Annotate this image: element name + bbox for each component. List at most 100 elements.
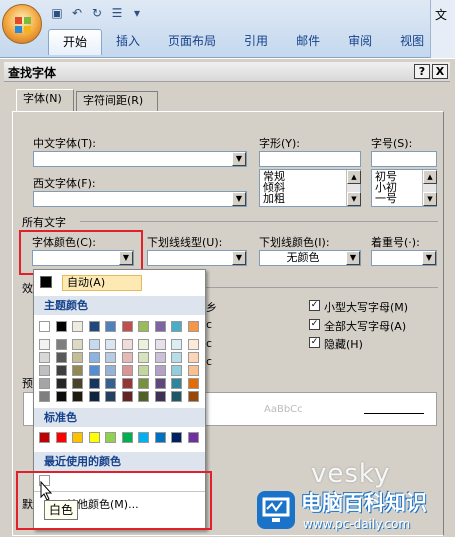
allcaps-checkbox[interactable]: ✓ <box>309 319 320 330</box>
theme-shade-swatch[interactable] <box>55 378 67 389</box>
standard-color-swatch[interactable] <box>121 432 133 443</box>
theme-color-swatch[interactable] <box>105 321 116 332</box>
tab-font[interactable]: 字体(N) <box>16 89 74 112</box>
theme-color-swatch[interactable] <box>88 321 100 332</box>
underline-color-combo[interactable]: 无颜色 ▼ <box>259 250 361 266</box>
theme-shade-swatch[interactable] <box>39 339 50 350</box>
theme-shade-swatch[interactable] <box>121 378 133 389</box>
tab-page-layout[interactable]: 页面布局 <box>154 29 230 55</box>
theme-shade-swatch[interactable] <box>138 339 149 350</box>
theme-shade-swatch[interactable] <box>121 352 133 363</box>
theme-shade-swatch[interactable] <box>88 352 100 363</box>
theme-color-swatch[interactable] <box>55 321 67 332</box>
standard-color-swatch[interactable] <box>187 432 199 443</box>
tab-character-spacing[interactable]: 字符间距(R) <box>76 91 158 111</box>
theme-shade-swatch[interactable] <box>154 339 166 350</box>
theme-shade-swatch[interactable] <box>88 365 100 376</box>
theme-shade-swatch[interactable] <box>72 339 83 350</box>
standard-color-swatch[interactable] <box>39 432 50 443</box>
style-scrollbar[interactable]: ▲ ▼ <box>346 170 361 206</box>
emphasis-combo[interactable]: ▼ <box>371 250 437 266</box>
theme-shade-swatch[interactable] <box>39 391 50 402</box>
theme-shade-swatch[interactable] <box>187 339 199 350</box>
size-scrollbar[interactable]: ▲ ▼ <box>422 170 437 206</box>
theme-color-swatch[interactable] <box>171 321 182 332</box>
chevron-down-icon[interactable]: ▼ <box>232 251 246 265</box>
size-input[interactable] <box>371 151 437 167</box>
auto-color-option[interactable]: 自动(A) <box>62 275 142 291</box>
theme-shade-swatch[interactable] <box>121 339 133 350</box>
standard-color-swatch[interactable] <box>88 432 100 443</box>
theme-shade-swatch[interactable] <box>154 391 166 402</box>
standard-color-swatch[interactable] <box>154 432 166 443</box>
hidden-checkbox[interactable]: ✓ <box>309 337 320 348</box>
standard-color-swatch[interactable] <box>171 432 182 443</box>
customize-icon[interactable]: ▾ <box>130 6 144 20</box>
chevron-down-icon[interactable]: ▼ <box>232 192 246 206</box>
list-item[interactable]: 加粗 <box>263 193 357 204</box>
theme-shade-swatch[interactable] <box>121 365 133 376</box>
tab-home[interactable]: 开始 <box>48 29 103 55</box>
theme-shade-swatch[interactable] <box>187 352 199 363</box>
chevron-down-icon[interactable]: ▼ <box>346 251 360 265</box>
office-button[interactable] <box>2 4 42 44</box>
theme-shade-swatch[interactable] <box>39 365 50 376</box>
theme-color-swatch[interactable] <box>72 321 83 332</box>
standard-color-swatch[interactable] <box>105 432 116 443</box>
scroll-up-icon[interactable]: ▲ <box>423 170 437 184</box>
scroll-down-icon[interactable]: ▼ <box>423 192 437 206</box>
theme-shade-swatch[interactable] <box>121 391 133 402</box>
close-button[interactable]: X <box>432 64 448 79</box>
theme-color-swatch[interactable] <box>39 321 50 332</box>
theme-shade-swatch[interactable] <box>171 339 182 350</box>
theme-shade-swatch[interactable] <box>154 378 166 389</box>
theme-shade-swatch[interactable] <box>138 365 149 376</box>
undo-icon[interactable]: ↶ <box>70 6 84 20</box>
theme-shade-swatch[interactable] <box>105 378 116 389</box>
theme-shade-swatch[interactable] <box>72 365 83 376</box>
theme-shade-swatch[interactable] <box>88 378 100 389</box>
redo-icon[interactable]: ↻ <box>90 6 104 20</box>
theme-shade-swatch[interactable] <box>55 339 67 350</box>
chinese-font-combo[interactable]: ▼ <box>33 151 247 167</box>
theme-shade-swatch[interactable] <box>138 352 149 363</box>
style-input[interactable] <box>259 151 361 167</box>
chevron-down-icon[interactable]: ▼ <box>422 251 436 265</box>
theme-shade-swatch[interactable] <box>154 365 166 376</box>
theme-shade-swatch[interactable] <box>187 391 199 402</box>
theme-shade-swatch[interactable] <box>55 365 67 376</box>
theme-shade-swatch[interactable] <box>171 378 182 389</box>
theme-shade-swatch[interactable] <box>154 352 166 363</box>
standard-color-swatch[interactable] <box>55 432 67 443</box>
theme-shade-swatch[interactable] <box>39 378 50 389</box>
tab-references[interactable]: 引用 <box>230 29 282 55</box>
theme-shade-swatch[interactable] <box>88 391 100 402</box>
western-font-combo[interactable]: ▼ <box>33 191 247 207</box>
theme-color-swatch[interactable] <box>138 321 149 332</box>
theme-shade-swatch[interactable] <box>171 352 182 363</box>
theme-shade-swatch[interactable] <box>138 391 149 402</box>
standard-color-swatch[interactable] <box>72 432 83 443</box>
theme-shade-swatch[interactable] <box>187 378 199 389</box>
theme-shade-swatch[interactable] <box>55 391 67 402</box>
theme-shade-swatch[interactable] <box>39 352 50 363</box>
theme-shade-swatch[interactable] <box>105 352 116 363</box>
chevron-down-icon[interactable]: ▼ <box>232 152 246 166</box>
theme-shade-swatch[interactable] <box>72 378 83 389</box>
theme-shade-swatch[interactable] <box>55 352 67 363</box>
tab-insert[interactable]: 插入 <box>102 29 154 55</box>
scroll-up-icon[interactable]: ▲ <box>347 170 361 184</box>
theme-shade-swatch[interactable] <box>105 391 116 402</box>
standard-color-swatch[interactable] <box>138 432 149 443</box>
auto-color-swatch[interactable] <box>40 276 52 288</box>
tab-mailings[interactable]: 邮件 <box>282 29 334 55</box>
save-icon[interactable]: ▣ <box>50 6 64 20</box>
theme-shade-swatch[interactable] <box>88 339 100 350</box>
theme-shade-swatch[interactable] <box>171 365 182 376</box>
theme-color-swatch[interactable] <box>121 321 133 332</box>
smallcaps-checkbox[interactable]: ✓ <box>309 300 320 311</box>
help-button[interactable]: ? <box>414 64 430 79</box>
theme-shade-swatch[interactable] <box>187 365 199 376</box>
theme-color-swatch[interactable] <box>187 321 199 332</box>
scroll-down-icon[interactable]: ▼ <box>347 192 361 206</box>
